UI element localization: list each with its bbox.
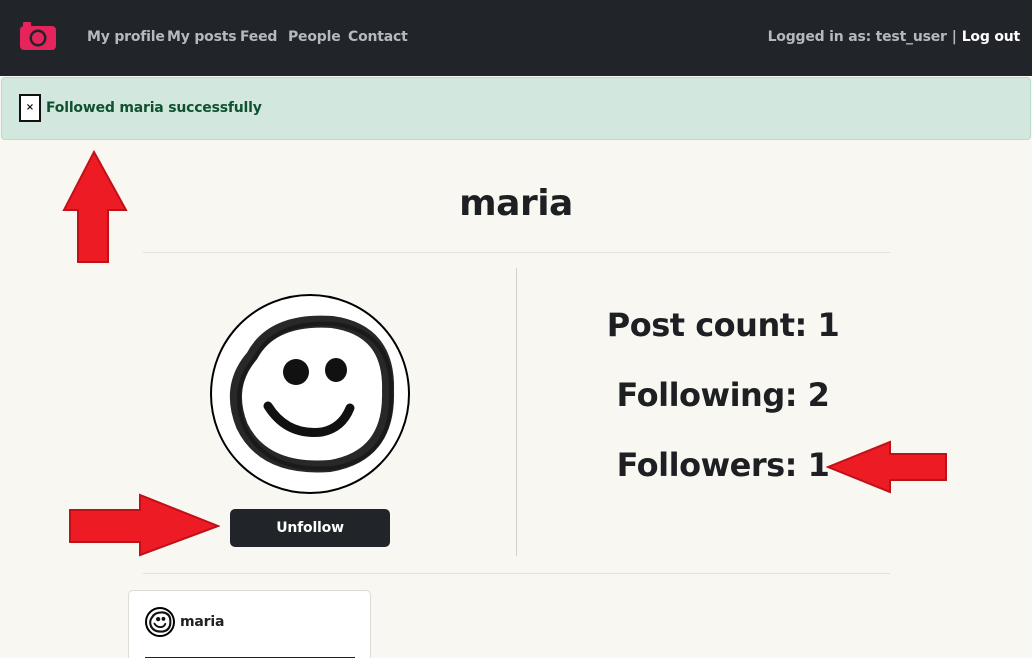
- profile-avatar: [210, 294, 410, 494]
- nav-separator: |: [951, 29, 957, 45]
- divider: [143, 573, 890, 574]
- post-username[interactable]: maria: [180, 614, 224, 630]
- right-arrow-annotation: [69, 493, 220, 557]
- post-count: Post count: 1: [606, 306, 840, 344]
- success-alert: × Followed maria successfully: [1, 77, 1031, 140]
- smiley-face-icon: [149, 611, 172, 633]
- post-avatar: [145, 607, 175, 637]
- post-card[interactable]: maria: [128, 590, 371, 658]
- user-status: Logged in as: test_user | Log out: [767, 29, 1021, 45]
- logged-in-text: Logged in as: test_user: [767, 29, 947, 45]
- nav-people[interactable]: People: [288, 29, 341, 45]
- nav-feed[interactable]: Feed: [240, 29, 277, 45]
- logout-link[interactable]: Log out: [962, 29, 1021, 45]
- up-arrow-annotation: [62, 150, 128, 263]
- nav-my-profile[interactable]: My profile: [87, 29, 165, 45]
- smiley-face-icon: [230, 315, 395, 473]
- left-arrow-annotation: [826, 440, 947, 494]
- nav-contact[interactable]: Contact: [348, 29, 408, 45]
- divider: [143, 252, 890, 253]
- nav-my-posts[interactable]: My posts: [167, 29, 237, 45]
- following-count: Following: 2: [616, 376, 830, 414]
- profile-username: maria: [459, 183, 573, 224]
- navbar: My profile My posts Feed People Contact …: [0, 0, 1032, 76]
- unfollow-button[interactable]: Unfollow: [230, 509, 390, 547]
- camera-icon[interactable]: [18, 20, 58, 52]
- alert-message: Followed maria successfully: [46, 100, 262, 116]
- alert-close-button[interactable]: ×: [19, 94, 41, 122]
